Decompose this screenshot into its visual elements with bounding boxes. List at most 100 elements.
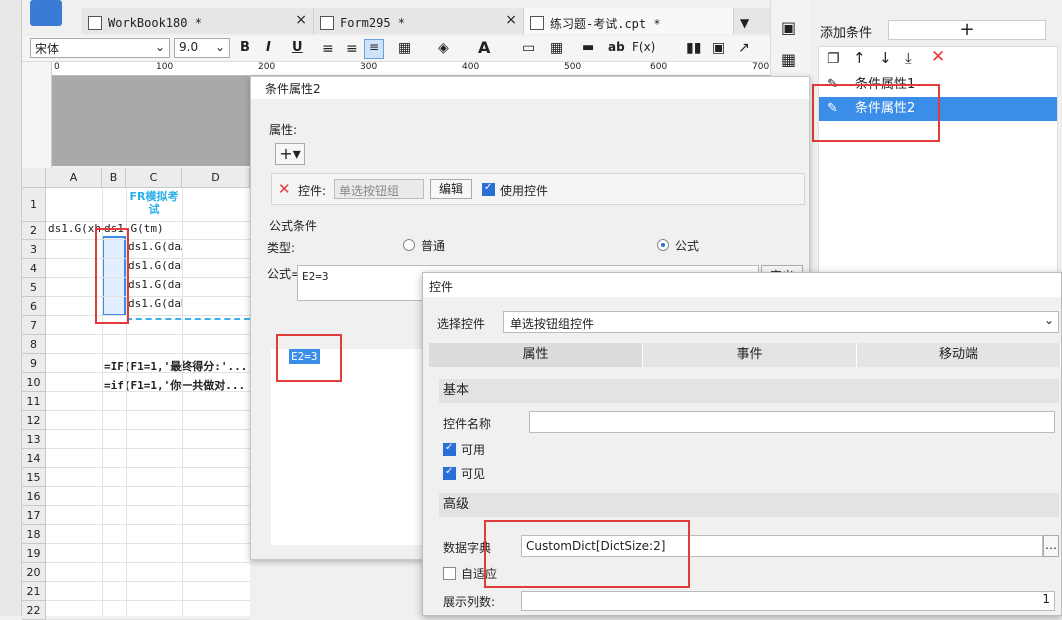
row-header[interactable]: 13 <box>22 430 46 449</box>
align-center-icon[interactable]: ≡ <box>346 41 358 57</box>
highlight-box <box>812 84 940 142</box>
column-header-a[interactable]: A <box>46 168 102 188</box>
cell-attr-icon[interactable]: ▣ <box>781 18 796 37</box>
row-header[interactable]: 10 <box>22 373 46 392</box>
row-header[interactable]: 14 <box>22 449 46 468</box>
tab-attributes[interactable]: 属性 <box>429 343 643 367</box>
close-icon[interactable]: × <box>505 12 517 28</box>
row-header[interactable]: 4 <box>22 259 46 278</box>
control-select[interactable]: 单选按钮组 <box>334 179 424 199</box>
align-left-icon[interactable]: ≡ <box>322 41 334 57</box>
italic-icon[interactable]: I <box>266 40 271 55</box>
enabled-checkbox[interactable] <box>443 442 456 456</box>
column-header-d[interactable]: D <box>182 168 250 188</box>
formula-label: 公式= <box>267 267 302 281</box>
row-header[interactable]: 11 <box>22 392 46 411</box>
grid-line <box>46 543 250 544</box>
row-header[interactable]: 1 <box>22 188 46 222</box>
align-right-icon[interactable]: ≡ <box>364 39 384 59</box>
copy-icon[interactable]: ❐ <box>827 51 840 67</box>
app-logo-icon[interactable] <box>30 0 62 26</box>
cell-c5[interactable]: ds1.G(daC <box>128 278 182 291</box>
move-bottom-icon[interactable]: ⤓ <box>905 49 912 67</box>
bold-icon[interactable]: B <box>240 40 250 55</box>
more-icon[interactable]: … <box>1043 535 1059 557</box>
row-header[interactable]: 2 <box>22 222 46 240</box>
formula-icon[interactable]: F(x) <box>632 40 655 54</box>
row-header[interactable]: 16 <box>22 487 46 506</box>
edit-button[interactable]: 编辑 <box>430 179 472 199</box>
remove-icon[interactable]: ✕ <box>278 180 291 198</box>
grid-line <box>46 581 250 582</box>
row-header[interactable]: 22 <box>22 601 46 620</box>
add-condition-button[interactable]: + <box>888 20 1046 40</box>
arrow-up-icon[interactable]: ↑ <box>853 49 866 67</box>
title-cell[interactable]: FR模拟考试 <box>126 190 182 220</box>
close-icon[interactable]: × <box>295 12 307 28</box>
arrow-down-icon[interactable]: ↓ <box>879 49 892 67</box>
cell-c6[interactable]: ds1.G(daD <box>128 297 182 310</box>
row-header[interactable]: 21 <box>22 582 46 601</box>
select-control-dropdown[interactable]: 单选按钮组控件 ⌄ <box>503 311 1059 333</box>
table-icon[interactable]: ▦ <box>550 40 563 56</box>
fill-color-icon[interactable]: ◈ <box>438 40 449 56</box>
column-header-c[interactable]: C <box>126 168 182 188</box>
row-header[interactable]: 5 <box>22 278 46 297</box>
type-normal-radio[interactable] <box>403 239 415 251</box>
row-header[interactable]: 20 <box>22 563 46 582</box>
row-header[interactable]: 19 <box>22 544 46 563</box>
tab-mobile[interactable]: 移动端 <box>857 343 1061 367</box>
dialog-title: 条件属性2 <box>251 77 809 99</box>
section-advanced[interactable]: 高级 <box>439 493 1059 517</box>
tab-form295[interactable]: Form295 * × <box>314 8 524 34</box>
chart-icon[interactable]: ▮▮ <box>686 40 701 56</box>
type-formula-radio[interactable] <box>657 239 669 251</box>
use-control-checkbox[interactable] <box>482 182 495 196</box>
adaptive-checkbox[interactable] <box>443 567 456 580</box>
display-columns-input[interactable]: 1 <box>521 591 1055 611</box>
control-label: 控件: <box>298 184 327 198</box>
row-header[interactable]: 6 <box>22 297 46 316</box>
delete-icon[interactable]: ✕ <box>931 47 945 67</box>
tab-events[interactable]: 事件 <box>643 343 857 367</box>
image-icon[interactable]: ▣ <box>712 40 725 56</box>
spreadsheet-grid[interactable]: A B C D 1 2 3 4 5 6 7 8 9 10 11 12 13 14 15 16 17 18 19 20 2… <box>22 168 250 620</box>
control-name-input[interactable] <box>529 411 1055 433</box>
grid-line <box>46 467 250 468</box>
border-icon[interactable]: ▦ <box>398 40 411 56</box>
pen-icon[interactable]: ↗ <box>738 40 750 56</box>
row-header[interactable]: 15 <box>22 468 46 487</box>
underline-icon[interactable]: U <box>292 40 303 55</box>
row-header[interactable]: 18 <box>22 525 46 544</box>
text-icon[interactable]: ab <box>608 40 625 54</box>
column-header-b[interactable]: B <box>102 168 126 188</box>
widget-attr-icon[interactable]: ▦ <box>781 50 796 69</box>
grid-line <box>46 372 250 373</box>
cell-icon[interactable]: ▭ <box>522 40 535 56</box>
select-control-value: 单选按钮组控件 <box>510 317 595 331</box>
row-header[interactable]: 9 <box>22 354 46 373</box>
marching-border <box>126 318 250 320</box>
font-family-select[interactable]: 宋体 ⌄ <box>30 38 170 58</box>
row-header[interactable]: 7 <box>22 316 46 335</box>
add-attribute-button[interactable]: +▾ <box>275 143 305 165</box>
merge-icon[interactable]: ▬ <box>582 40 594 55</box>
type-label: 类型: <box>267 241 296 255</box>
row-header[interactable]: 3 <box>22 240 46 259</box>
font-size-select[interactable]: 9.0 ⌄ <box>174 38 230 58</box>
grid-line <box>46 600 250 601</box>
cell-c3[interactable]: ds1.G(daA <box>128 240 182 253</box>
tab-menu-button[interactable]: ▼ <box>734 8 770 34</box>
section-basic[interactable]: 基本 <box>439 379 1059 403</box>
font-color-icon[interactable]: A <box>478 38 490 57</box>
tab-bar: WorkBook180 * × Form295 * × 练习题-考试.cpt *… <box>82 8 770 34</box>
cell-a2[interactable]: ds1.G(xh) <box>48 222 102 235</box>
row-header[interactable]: 17 <box>22 506 46 525</box>
ruler-mark: 600 <box>650 62 668 72</box>
cell-c4[interactable]: ds1.G(daB <box>128 259 182 272</box>
visible-checkbox[interactable] <box>443 466 456 480</box>
tab-exam-cpt[interactable]: 练习题-考试.cpt * <box>524 8 734 34</box>
tab-workbook180[interactable]: WorkBook180 * × <box>82 8 314 34</box>
row-header[interactable]: 12 <box>22 411 46 430</box>
row-header[interactable]: 8 <box>22 335 46 354</box>
